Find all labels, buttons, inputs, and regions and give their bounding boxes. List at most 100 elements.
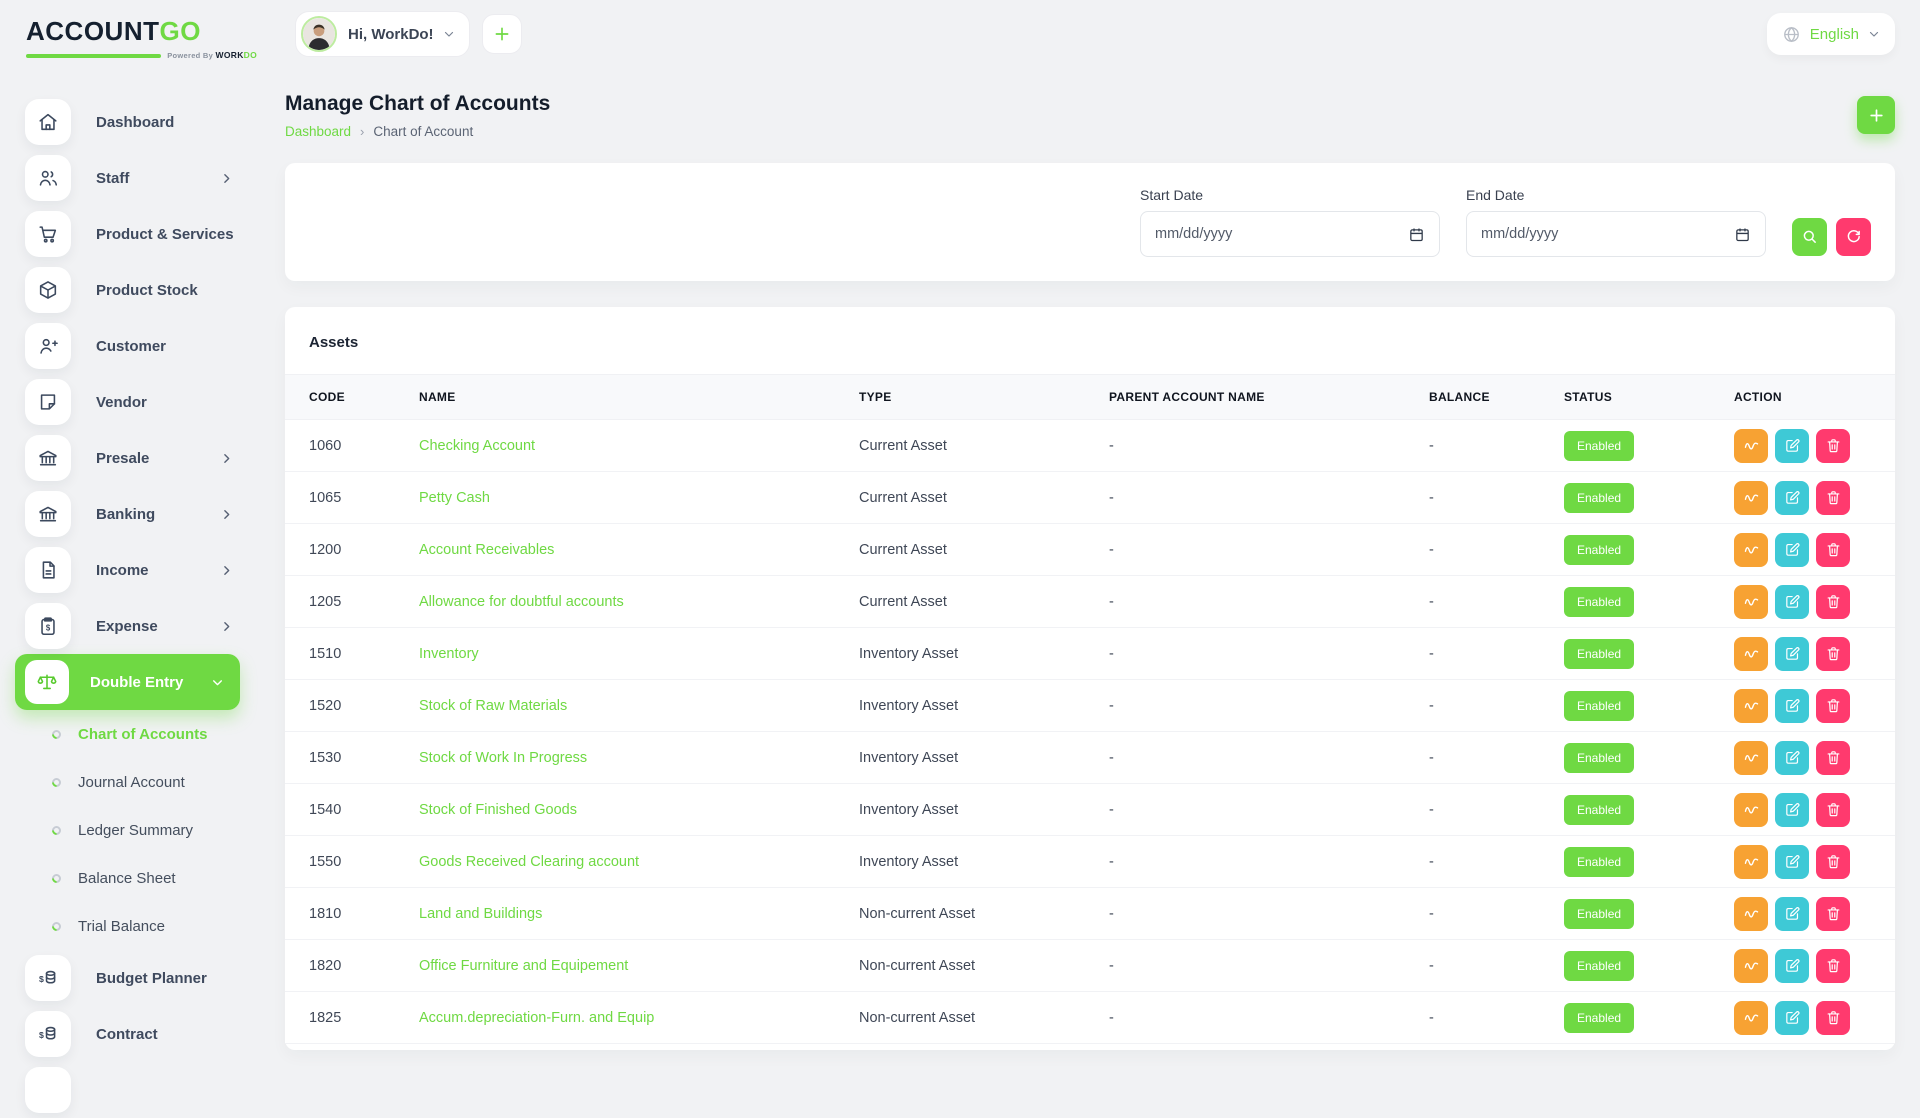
sidebar-subitem-balance-sheet[interactable]: Balance Sheet — [0, 854, 285, 902]
sidebar-item-customer[interactable]: Customer — [0, 318, 285, 374]
search-button[interactable] — [1792, 218, 1827, 256]
table-row: 1060Checking AccountCurrent Asset--Enabl… — [285, 420, 1895, 472]
sidebar-item-contract[interactable]: $Contract — [0, 1006, 285, 1062]
edit-icon — [1784, 905, 1801, 922]
delete-button[interactable] — [1816, 585, 1850, 619]
sidebar-item-double-entry[interactable]: Double Entry — [15, 654, 240, 710]
sidebar-item-banking[interactable]: Banking — [0, 486, 285, 542]
wave-icon — [1743, 593, 1760, 610]
user-menu[interactable]: Hi, WorkDo! — [295, 11, 470, 57]
sidebar-item-vendor[interactable]: Vendor — [0, 374, 285, 430]
account-name-link[interactable]: Petty Cash — [419, 490, 859, 506]
transactions-button[interactable] — [1734, 741, 1768, 775]
cell-parent-account: - — [1109, 906, 1429, 922]
start-date-input[interactable]: mm/dd/yyyy — [1140, 211, 1440, 257]
sidebar-item-product-services[interactable]: Product & Services — [0, 206, 285, 262]
sidebar-item-expense[interactable]: $Expense — [0, 598, 285, 654]
account-name-link[interactable]: Land and Buildings — [419, 906, 859, 922]
end-date-input[interactable]: mm/dd/yyyy — [1466, 211, 1766, 257]
transactions-button[interactable] — [1734, 793, 1768, 827]
breadcrumb-dashboard-link[interactable]: Dashboard — [285, 124, 351, 139]
account-name-link[interactable]: Account Receivables — [419, 542, 859, 558]
language-label: English — [1810, 26, 1859, 43]
account-name-link[interactable]: Stock of Finished Goods — [419, 802, 859, 818]
edit-button[interactable] — [1775, 949, 1809, 983]
edit-button[interactable] — [1775, 533, 1809, 567]
edit-button[interactable] — [1775, 1001, 1809, 1035]
edit-button[interactable] — [1775, 741, 1809, 775]
delete-button[interactable] — [1816, 741, 1850, 775]
transactions-button[interactable] — [1734, 689, 1768, 723]
account-name-link[interactable]: Allowance for doubtful accounts — [419, 594, 859, 610]
column-header-action: ACTION — [1734, 390, 1871, 404]
sidebar-subitem-chart-of-accounts[interactable]: Chart of Accounts — [0, 710, 285, 758]
delete-button[interactable] — [1816, 1001, 1850, 1035]
delete-button[interactable] — [1816, 533, 1850, 567]
clipboard-dollar-icon: $ — [25, 603, 71, 649]
transactions-button[interactable] — [1734, 429, 1768, 463]
account-name-link[interactable]: Stock of Raw Materials — [419, 698, 859, 714]
status-badge: Enabled — [1564, 951, 1634, 981]
row-actions — [1734, 741, 1871, 775]
wave-icon — [1743, 853, 1760, 870]
account-name-link[interactable]: Checking Account — [419, 438, 859, 454]
sidebar-item-staff[interactable]: Staff — [0, 150, 285, 206]
sidebar-item-income[interactable]: Income — [0, 542, 285, 598]
sidebar-item-partial[interactable] — [0, 1062, 285, 1118]
scale-icon — [25, 660, 69, 704]
calendar-icon[interactable] — [1408, 226, 1425, 243]
edit-button[interactable] — [1775, 793, 1809, 827]
edit-button[interactable] — [1775, 585, 1809, 619]
note-icon — [25, 379, 71, 425]
sidebar-item-product-stock[interactable]: Product Stock — [0, 262, 285, 318]
staff-icon — [25, 155, 71, 201]
transactions-button[interactable] — [1734, 585, 1768, 619]
delete-button[interactable] — [1816, 481, 1850, 515]
account-name-link[interactable]: Inventory — [419, 646, 859, 662]
app-logo[interactable]: ACCOUNTGO Powered By WORKDO — [0, 0, 285, 60]
create-account-button[interactable] — [1857, 96, 1895, 134]
sidebar-item-presale[interactable]: Presale — [0, 430, 285, 486]
cell-parent-account: - — [1109, 854, 1429, 870]
edit-button[interactable] — [1775, 689, 1809, 723]
sidebar-subitem-trial-balance[interactable]: Trial Balance — [0, 902, 285, 950]
calendar-icon[interactable] — [1734, 226, 1751, 243]
sidebar-subitem-journal-account[interactable]: Journal Account — [0, 758, 285, 806]
account-name-link[interactable]: Accum.depreciation-Furn. and Equip — [419, 1010, 859, 1026]
language-selector[interactable]: English — [1767, 13, 1895, 55]
delete-button[interactable] — [1816, 689, 1850, 723]
delete-button[interactable] — [1816, 949, 1850, 983]
edit-button[interactable] — [1775, 429, 1809, 463]
transactions-button[interactable] — [1734, 949, 1768, 983]
account-name-link[interactable]: Goods Received Clearing account — [419, 854, 859, 870]
delete-button[interactable] — [1816, 897, 1850, 931]
transactions-button[interactable] — [1734, 637, 1768, 671]
edit-button[interactable] — [1775, 481, 1809, 515]
header-add-button[interactable] — [482, 14, 522, 54]
delete-button[interactable] — [1816, 845, 1850, 879]
reset-button[interactable] — [1836, 218, 1871, 256]
transactions-button[interactable] — [1734, 845, 1768, 879]
transactions-button[interactable] — [1734, 533, 1768, 567]
sidebar-item-label: Staff — [96, 170, 129, 187]
delete-button[interactable] — [1816, 429, 1850, 463]
edit-button[interactable] — [1775, 637, 1809, 671]
cell-balance: - — [1429, 594, 1564, 610]
edit-button[interactable] — [1775, 897, 1809, 931]
transactions-button[interactable] — [1734, 481, 1768, 515]
delete-button[interactable] — [1816, 637, 1850, 671]
account-name-link[interactable]: Stock of Work In Progress — [419, 750, 859, 766]
table-row: 1550Goods Received Clearing accountInven… — [285, 836, 1895, 888]
account-name-link[interactable]: Office Furniture and Equipement — [419, 958, 859, 974]
chevron-down-icon — [211, 676, 224, 689]
sidebar-item-budget-planner[interactable]: $Budget Planner — [0, 950, 285, 1006]
transactions-button[interactable] — [1734, 1001, 1768, 1035]
bullet-icon — [50, 824, 63, 837]
sidebar-item-dashboard[interactable]: Dashboard — [0, 94, 285, 150]
sidebar-subitem-ledger-summary[interactable]: Ledger Summary — [0, 806, 285, 854]
delete-button[interactable] — [1816, 793, 1850, 827]
edit-button[interactable] — [1775, 845, 1809, 879]
transactions-button[interactable] — [1734, 897, 1768, 931]
trash-icon — [1825, 853, 1842, 870]
edit-icon — [1784, 749, 1801, 766]
